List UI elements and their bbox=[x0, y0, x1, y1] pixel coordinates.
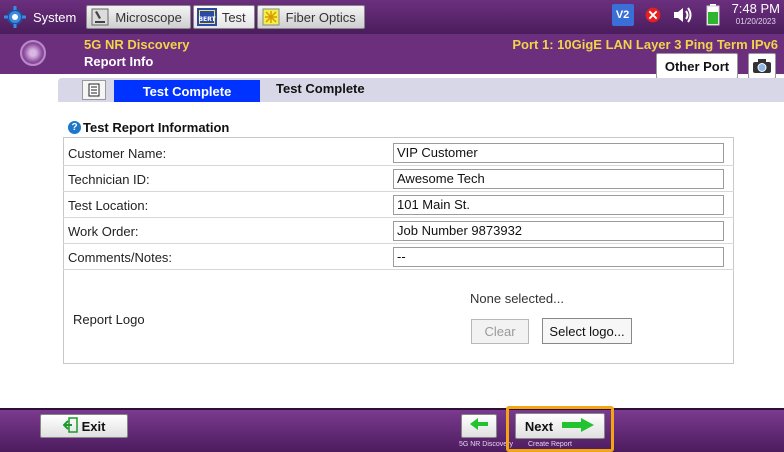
status-area: V2 7:48 PM 01/20/2023 bbox=[611, 2, 780, 28]
customer-name-field[interactable]: VIP Customer bbox=[393, 143, 724, 163]
report-logo-label: Report Logo bbox=[73, 312, 145, 327]
page-title: Report Info bbox=[84, 54, 154, 69]
port-info: Port 1: 10GigE LAN Layer 3 Ping Term IPv… bbox=[512, 37, 778, 52]
form-row-work-order: Work Order: Job Number 9873932 bbox=[63, 218, 734, 244]
tab-fiber-optics-label: Fiber Optics bbox=[285, 9, 356, 25]
exit-icon bbox=[62, 416, 79, 436]
back-arrow-icon bbox=[469, 417, 489, 436]
tab-test-complete[interactable]: Test Complete bbox=[276, 81, 365, 96]
document-list-icon[interactable] bbox=[82, 80, 106, 100]
tab-microscope[interactable]: Microscope bbox=[86, 5, 191, 29]
svg-text:BERT: BERT bbox=[198, 16, 216, 23]
work-order-label: Work Order: bbox=[68, 224, 139, 239]
tab-system-label: System bbox=[33, 9, 77, 25]
customer-name-label: Customer Name: bbox=[68, 146, 167, 161]
app-logo-icon bbox=[20, 40, 46, 66]
fiber-optics-icon bbox=[261, 7, 281, 27]
tab-test-complete-active[interactable]: Test Complete bbox=[114, 80, 260, 102]
exit-button[interactable]: Exit bbox=[40, 414, 128, 438]
camera-icon[interactable] bbox=[748, 53, 776, 79]
network-disconnected-icon[interactable] bbox=[642, 4, 664, 26]
form-row-technician-id: Technician ID: Awesome Tech bbox=[63, 166, 734, 192]
clock-time: 7:48 PM bbox=[731, 1, 780, 16]
tab-system[interactable]: System bbox=[2, 5, 84, 29]
v2-label: V2 bbox=[615, 9, 630, 21]
tab-fiber-optics[interactable]: Fiber Optics bbox=[256, 5, 365, 29]
form-row-customer-name: Customer Name: VIP Customer bbox=[63, 140, 734, 166]
clock-date: 01/20/2023 bbox=[735, 17, 776, 26]
logo-status-text: None selected... bbox=[470, 291, 564, 306]
form-row-comments: Comments/Notes: -- bbox=[63, 244, 734, 270]
gear-icon bbox=[2, 4, 28, 30]
back-button[interactable] bbox=[461, 414, 497, 438]
speaker-icon[interactable] bbox=[672, 4, 694, 26]
bert-test-icon: BERT bbox=[196, 7, 217, 27]
section-title: ? Test Report Information bbox=[68, 120, 229, 135]
v2-status-badge[interactable]: V2 bbox=[611, 4, 634, 26]
comments-field[interactable]: -- bbox=[393, 247, 724, 267]
select-logo-button[interactable]: Select logo... bbox=[542, 318, 632, 344]
comments-label: Comments/Notes: bbox=[68, 250, 173, 265]
clear-logo-button[interactable]: Clear bbox=[471, 319, 529, 344]
other-port-button[interactable]: Other Port bbox=[656, 53, 738, 79]
next-caption: Create Report bbox=[528, 441, 572, 448]
section-title-text: Test Report Information bbox=[83, 120, 230, 135]
test-location-label: Test Location: bbox=[68, 198, 149, 213]
tab-microscope-label: Microscope bbox=[115, 9, 182, 25]
app-title: 5G NR Discovery bbox=[84, 37, 190, 52]
next-label: Next bbox=[524, 418, 554, 434]
tab-test-label: Test bbox=[221, 9, 246, 25]
battery-icon[interactable] bbox=[702, 4, 724, 26]
next-arrow-icon bbox=[561, 417, 595, 436]
exit-label: Exit bbox=[81, 418, 106, 434]
technician-id-label: Technician ID: bbox=[68, 172, 150, 187]
form-row-test-location: Test Location: 101 Main St. bbox=[63, 192, 734, 218]
help-icon[interactable]: ? bbox=[68, 121, 81, 134]
clock: 7:48 PM 01/20/2023 bbox=[732, 2, 780, 28]
tab-test[interactable]: BERT Test bbox=[192, 5, 255, 29]
next-button[interactable]: Next bbox=[515, 413, 605, 439]
technician-id-field[interactable]: Awesome Tech bbox=[393, 169, 724, 189]
test-location-field[interactable]: 101 Main St. bbox=[393, 195, 724, 215]
microscope-icon bbox=[90, 7, 110, 27]
system-toolbar: System Microscope BERT Test Fiber Optics… bbox=[0, 0, 784, 34]
work-order-field[interactable]: Job Number 9873932 bbox=[393, 221, 724, 241]
